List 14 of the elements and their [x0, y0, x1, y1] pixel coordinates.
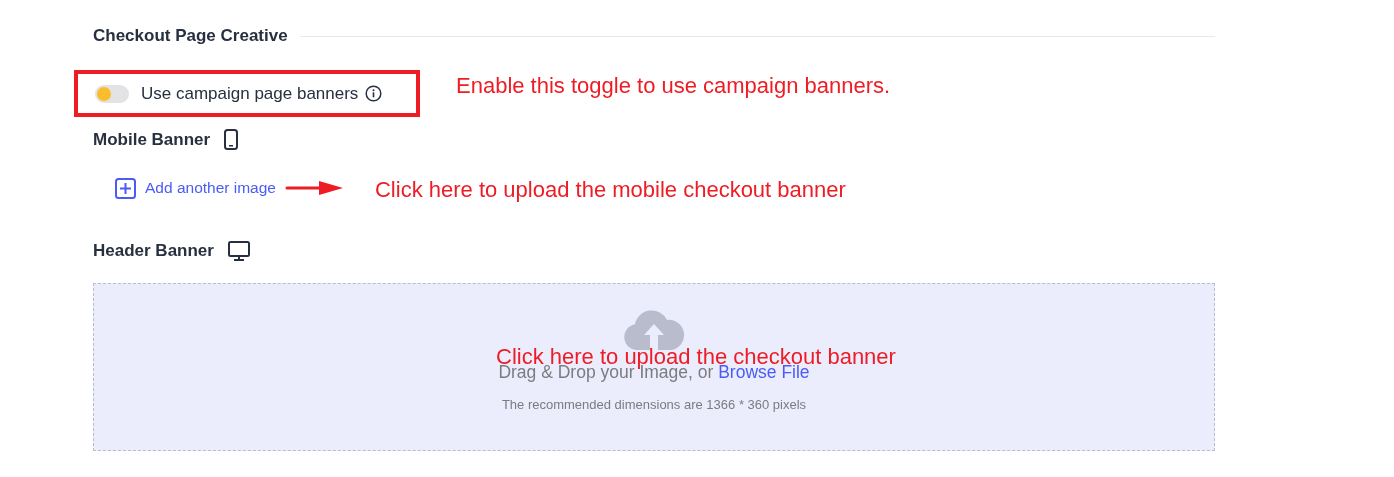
- phone-icon: [224, 129, 239, 150]
- annotation-text: Click here to upload the mobile checkout banner: [375, 177, 846, 203]
- monitor-icon: [227, 241, 250, 261]
- info-icon[interactable]: [365, 85, 383, 102]
- annotation-text: Enable this toggle to use campaign banners.: [456, 72, 891, 99]
- add-image-link[interactable]: Add another image: [115, 177, 276, 199]
- dimensions-hint: The recommended dimensions are 1366 * 360 pixels: [501, 397, 807, 412]
- mobile-banner-title: Mobile Banner: [93, 129, 211, 150]
- section-title: Checkout Page Creative: [93, 26, 288, 46]
- plus-icon: [115, 177, 136, 199]
- toggle-switch[interactable]: [95, 84, 129, 103]
- toggle-label: Use campaign page banners: [141, 83, 359, 104]
- header-banner-title: Header Banner: [93, 241, 214, 261]
- arrow-icon: [285, 180, 343, 196]
